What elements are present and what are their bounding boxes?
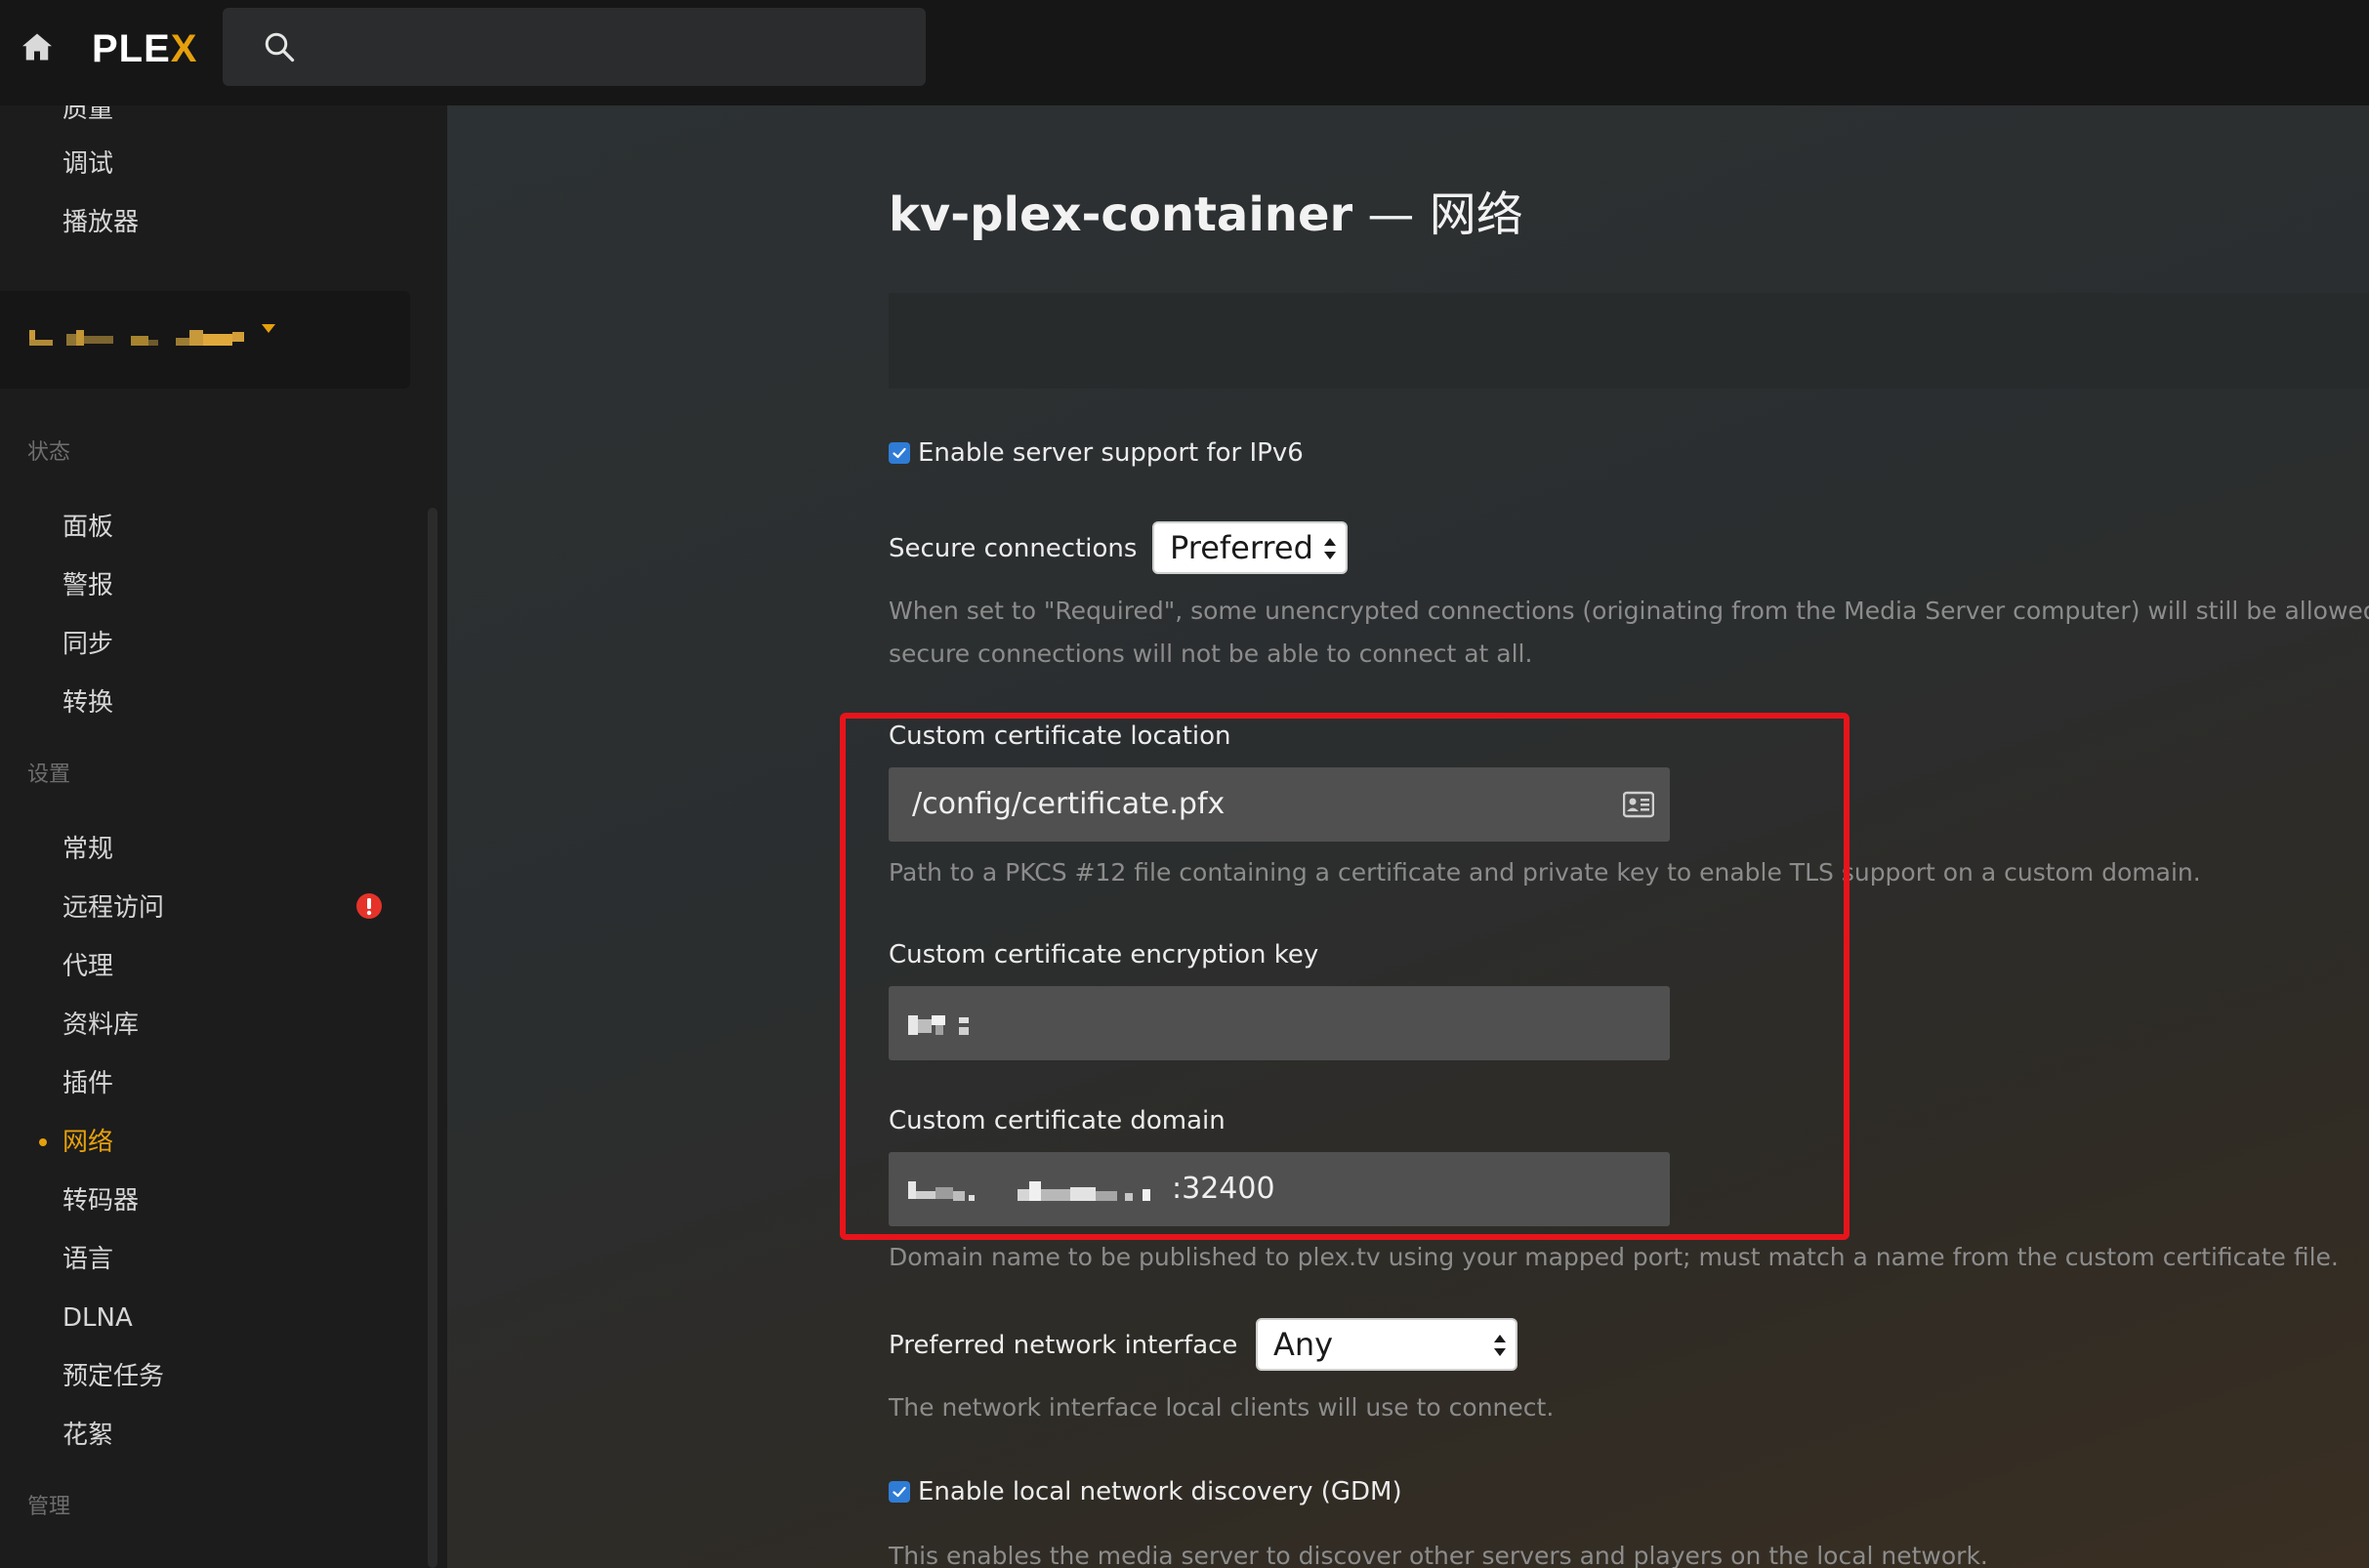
top-bar: PLEX xyxy=(0,0,2369,105)
network-interface-label: Preferred network interface xyxy=(889,1331,1238,1360)
sidebar-item-conversion[interactable]: 转换 xyxy=(62,685,113,721)
sidebar-item-player[interactable]: 播放器 xyxy=(62,205,139,240)
sidebar-item-transcoder[interactable]: 转码器 xyxy=(62,1183,139,1218)
secure-connections-select[interactable]: Preferred xyxy=(1152,521,1348,574)
sidebar-item-alerts[interactable]: 警报 xyxy=(62,568,113,603)
sidebar-scrollbar[interactable] xyxy=(428,508,437,1568)
sidebar-item-plugins[interactable]: 插件 xyxy=(62,1066,113,1101)
server-selector[interactable] xyxy=(0,291,410,389)
section-header-status: 状态 xyxy=(27,440,71,465)
page-title-separator: — xyxy=(1352,187,1430,242)
page-title-section: 网络 xyxy=(1429,187,1523,242)
search-icon xyxy=(262,29,297,64)
ipv6-label: Enable server support for IPv6 xyxy=(918,438,1304,468)
secure-connections-help-line2: secure connections will not be able to c… xyxy=(889,640,1533,668)
secure-connections-value: Preferred xyxy=(1170,529,1313,566)
home-icon[interactable] xyxy=(20,29,55,64)
ipv6-setting: Enable server support for IPv6 xyxy=(889,433,1304,473)
sidebar-item-debug[interactable]: 调试 xyxy=(62,146,113,182)
sidebar-item-network[interactable]: 网络 xyxy=(62,1125,113,1160)
network-interface-help: The network interface local clients will… xyxy=(889,1393,1555,1422)
checkmark-icon xyxy=(893,1486,906,1498)
alert-icon xyxy=(355,892,383,920)
page-title-server: kv-plex-container xyxy=(889,187,1353,242)
sidebar-item-quality[interactable]: 质量 xyxy=(62,105,113,127)
info-banner xyxy=(889,293,2369,389)
sidebar-item-general[interactable]: 常规 xyxy=(62,832,113,867)
select-arrows-icon xyxy=(1324,538,1336,559)
settings-sidebar: 质量 调试 播放器 状态 面板 警报 同步 转换 设置 常规 远程访问 代理 资… xyxy=(0,105,447,1568)
chevron-down-icon[interactable] xyxy=(262,324,275,334)
network-interface-value: Any xyxy=(1273,1326,1334,1363)
gdm-setting: Enable local network discovery (GDM) xyxy=(889,1472,1402,1511)
sidebar-item-remote-access[interactable]: 远程访问 xyxy=(62,890,164,926)
highlight-annotation-box xyxy=(840,713,1849,1240)
cert-domain-help: Domain name to be published to plex.tv u… xyxy=(889,1243,2339,1271)
server-name-redacted xyxy=(29,330,244,346)
ipv6-checkbox[interactable] xyxy=(889,442,910,464)
select-arrows-icon xyxy=(1494,1335,1506,1356)
secure-connections-label: Secure connections xyxy=(889,534,1138,563)
section-header-manage: 管理 xyxy=(27,1495,71,1519)
checkmark-icon xyxy=(893,447,906,459)
sidebar-item-proxy[interactable]: 代理 xyxy=(62,949,113,984)
gdm-help: This enables the media server to discove… xyxy=(889,1542,1988,1568)
gdm-label: Enable local network discovery (GDM) xyxy=(918,1477,1402,1506)
sidebar-item-library[interactable]: 资料库 xyxy=(62,1008,139,1043)
page-title: kv-plex-container — 网络 xyxy=(889,184,1523,246)
logo-main-text: PLE xyxy=(92,27,171,70)
sidebar-item-languages[interactable]: 语言 xyxy=(62,1242,113,1277)
secure-connections-help-line1: When set to "Required", some unencrypted… xyxy=(889,597,2369,625)
section-header-settings: 设置 xyxy=(27,763,71,787)
logo-accent-text: X xyxy=(170,27,198,70)
sidebar-item-extras[interactable]: 花絮 xyxy=(62,1418,113,1453)
active-indicator-dot xyxy=(39,1138,47,1146)
search-input[interactable] xyxy=(223,8,926,86)
sidebar-item-dashboard[interactable]: 面板 xyxy=(62,510,113,545)
sidebar-item-sync[interactable]: 同步 xyxy=(62,627,113,662)
sidebar-item-dlna[interactable]: DLNA xyxy=(62,1300,133,1336)
main-content: kv-plex-container — 网络 Enable server sup… xyxy=(447,105,2369,1568)
network-interface-select[interactable]: Any xyxy=(1256,1318,1517,1371)
sidebar-item-scheduled-tasks[interactable]: 预定任务 xyxy=(62,1359,164,1394)
gdm-checkbox[interactable] xyxy=(889,1481,910,1503)
plex-logo[interactable]: PLEX xyxy=(92,21,197,76)
